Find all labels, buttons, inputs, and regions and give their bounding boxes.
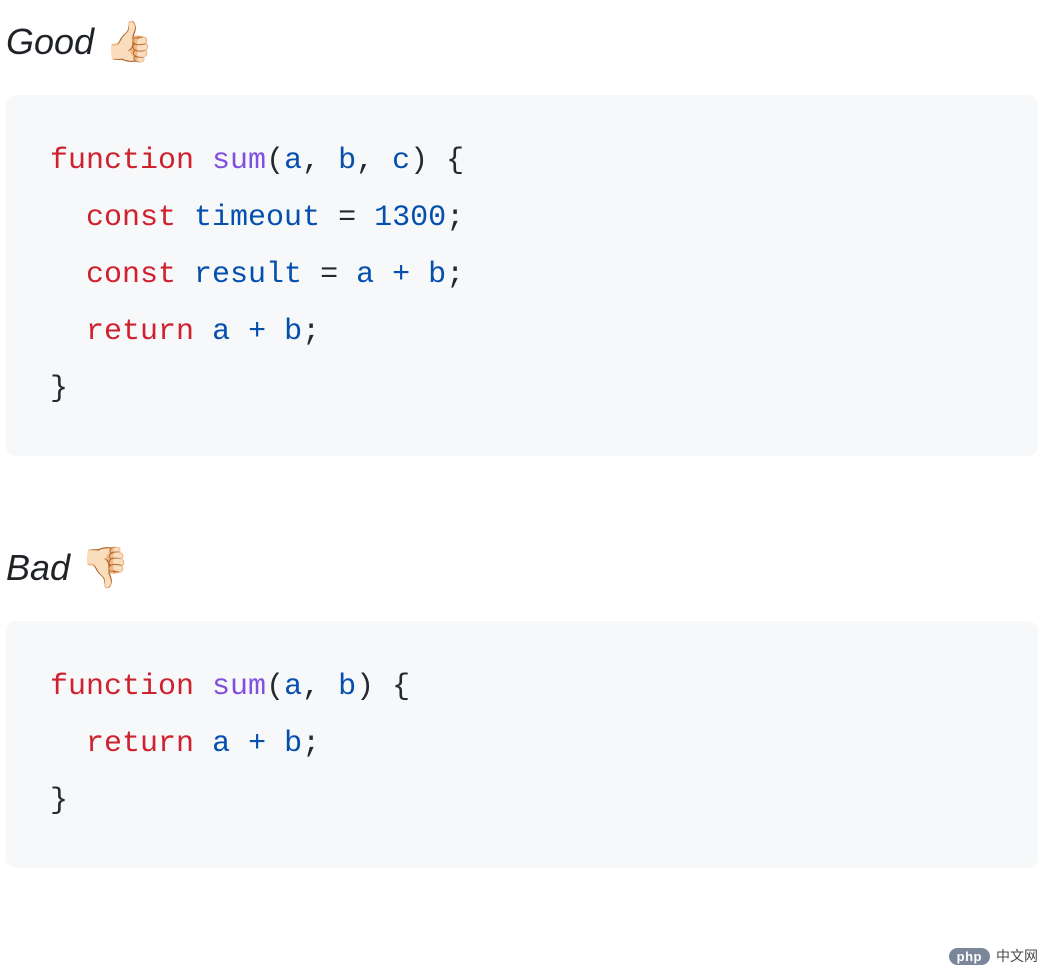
token-paren-close-brace: ) { (356, 670, 410, 704)
token-var-b: b (284, 727, 302, 761)
thumbs-down-icon: 👎🏻 (80, 544, 130, 591)
token-param-c: c (392, 144, 410, 178)
token-close-brace: } (50, 372, 68, 406)
token-param-a: a (284, 144, 302, 178)
token-semicolon: ; (446, 201, 464, 235)
token-comma: , (302, 670, 338, 704)
good-code-block: function sum(a, b, c) { const timeout = … (6, 95, 1038, 456)
token-plus: + (374, 258, 428, 292)
watermark: php 中文网 (949, 946, 1038, 966)
thumbs-up-icon: 👍🏻 (104, 18, 154, 65)
bad-heading: Bad 👎🏻 (6, 544, 1038, 591)
token-var-a: a (356, 258, 374, 292)
token-keyword-function: function (50, 670, 194, 704)
token-comma: , (302, 144, 338, 178)
token-param-a: a (284, 670, 302, 704)
token-close-brace: } (50, 784, 68, 818)
token-keyword-const: const (86, 258, 176, 292)
token-plus: + (230, 727, 284, 761)
token-keyword-const: const (86, 201, 176, 235)
token-semicolon: ; (302, 727, 320, 761)
token-equals: = (302, 258, 356, 292)
token-equals: = (320, 201, 374, 235)
watermark-pill: php (949, 948, 990, 965)
token-var-result: result (194, 258, 302, 292)
token-number: 1300 (374, 201, 446, 235)
token-paren-close-brace: ) { (410, 144, 464, 178)
good-label: Good (6, 21, 94, 63)
token-var-b: b (428, 258, 446, 292)
bad-label: Bad (6, 547, 70, 589)
token-semicolon: ; (302, 315, 320, 349)
watermark-text: 中文网 (996, 946, 1038, 966)
token-var-a: a (212, 727, 230, 761)
token-param-b: b (338, 670, 356, 704)
token-paren-open: ( (266, 670, 284, 704)
good-heading: Good 👍🏻 (6, 18, 1038, 65)
token-param-b: b (338, 144, 356, 178)
bad-code-block: function sum(a, b) { return a + b; } (6, 621, 1038, 868)
token-keyword-function: function (50, 144, 194, 178)
token-var-timeout: timeout (194, 201, 320, 235)
token-paren-open: ( (266, 144, 284, 178)
token-var-a: a (212, 315, 230, 349)
token-function-name: sum (212, 144, 266, 178)
token-keyword-return: return (86, 727, 194, 761)
token-plus: + (230, 315, 284, 349)
token-semicolon: ; (446, 258, 464, 292)
token-keyword-return: return (86, 315, 194, 349)
token-function-name: sum (212, 670, 266, 704)
token-comma: , (356, 144, 392, 178)
token-var-b: b (284, 315, 302, 349)
